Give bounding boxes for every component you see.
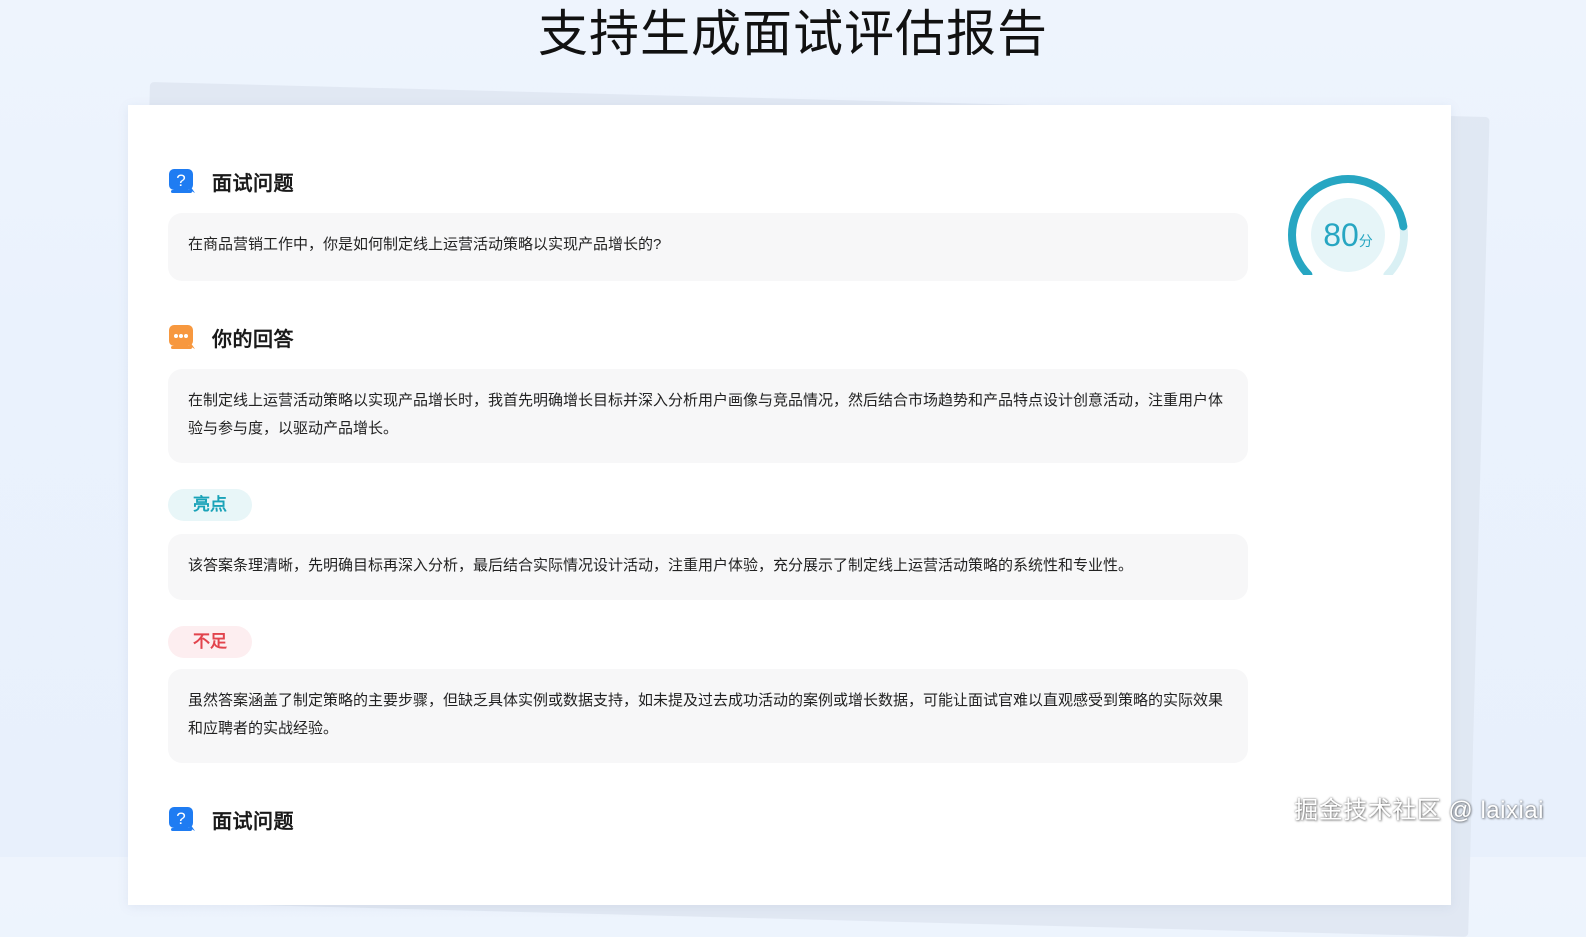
question-text-box: 在商品营销工作中，你是如何制定线上运营活动策略以实现产品增长的? — [168, 213, 1248, 281]
question-header: ? 面试问题 — [168, 166, 294, 196]
next-question-header: ? 面试问题 — [168, 804, 294, 834]
score-text: 80分 — [1284, 215, 1412, 255]
shortcoming-text: 虽然答案涵盖了制定策略的主要步骤，但缺乏具体实例或数据支持，如未提及过去成功活动… — [188, 692, 1224, 737]
answer-text-box: 在制定线上运营活动策略以实现产品增长时，我首先明确增长目标并深入分析用户画像与竞… — [168, 369, 1248, 463]
svg-text:?: ? — [176, 809, 185, 828]
question-bubble-icon: ? — [169, 807, 195, 831]
chat-bubble-icon — [169, 325, 195, 349]
answer-header: 你的回答 — [168, 322, 294, 352]
highlight-text: 该答案条理清晰，先明确目标再深入分析，最后结合实际情况设计活动，注重用户体验，充… — [188, 557, 1134, 574]
watermark: 掘金技术社区 @ laixiai — [1294, 797, 1544, 824]
question-label: 面试问题 — [212, 172, 294, 195]
evaluation-report-card: ? 面试问题 在商品营销工作中，你是如何制定线上运营活动策略以实现产品增长的? … — [128, 105, 1451, 905]
shortcoming-tag: 不足 — [168, 626, 252, 658]
svg-text:?: ? — [176, 171, 185, 190]
answer-text: 在制定线上运营活动策略以实现产品增长时，我首先明确增长目标并深入分析用户画像与竞… — [188, 392, 1224, 437]
question-bubble-icon: ? — [169, 169, 195, 193]
next-question-label: 面试问题 — [212, 810, 294, 833]
score-unit: 分 — [1358, 233, 1373, 249]
score-gauge: 80分 — [1284, 171, 1412, 295]
question-text: 在商品营销工作中，你是如何制定线上运营活动策略以实现产品增长的? — [188, 236, 662, 253]
answer-label: 你的回答 — [212, 328, 294, 351]
score-value: 80 — [1323, 217, 1359, 253]
page-title: 支持生成面试评估报告 — [538, 6, 1048, 62]
highlight-tag: 亮点 — [168, 489, 252, 521]
shortcoming-text-box: 虽然答案涵盖了制定策略的主要步骤，但缺乏具体实例或数据支持，如未提及过去成功活动… — [168, 669, 1248, 763]
highlight-text-box: 该答案条理清晰，先明确目标再深入分析，最后结合实际情况设计活动，注重用户体验，充… — [168, 534, 1248, 600]
